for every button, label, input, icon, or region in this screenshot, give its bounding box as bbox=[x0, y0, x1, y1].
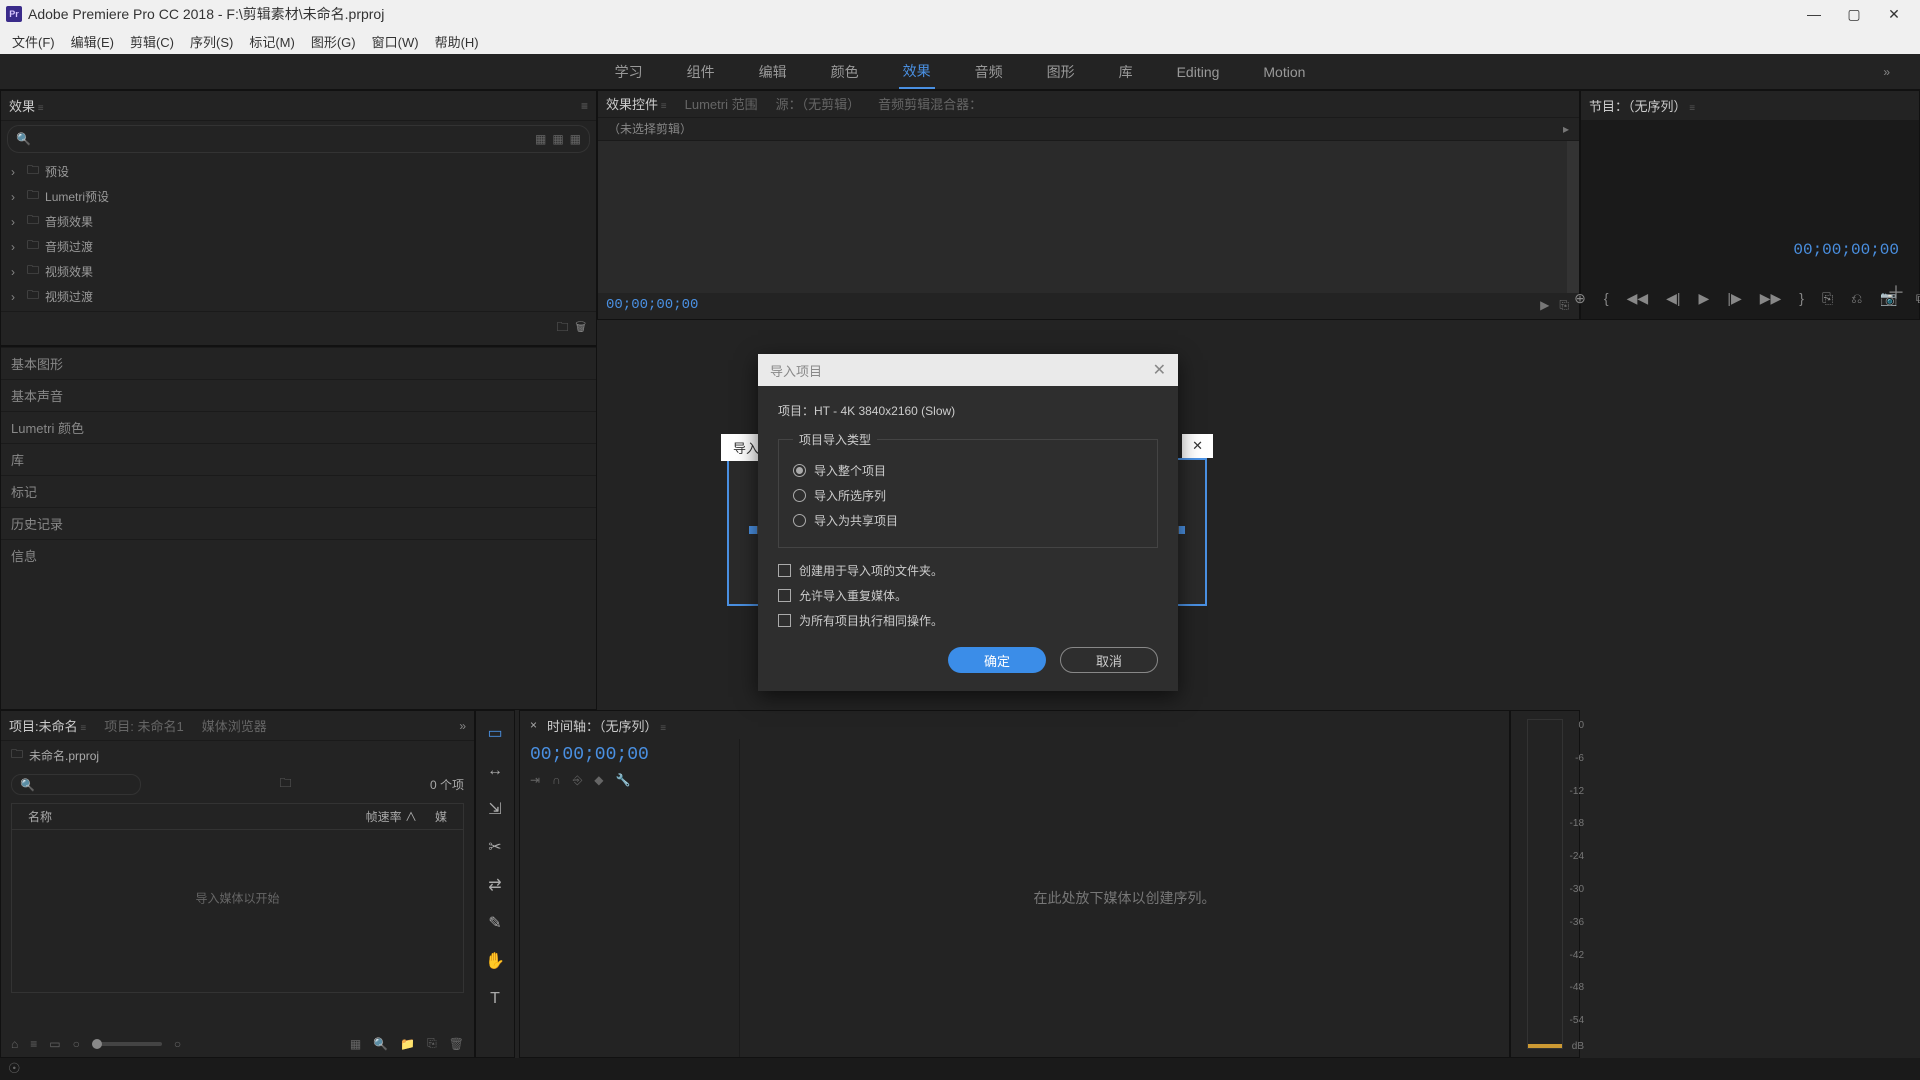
radio-label: 导入所选序列 bbox=[814, 487, 886, 504]
check-label: 为所有项目执行相同操作。 bbox=[799, 612, 943, 629]
checkbox-icon bbox=[778, 614, 791, 627]
radio-label: 导入整个项目 bbox=[814, 462, 886, 479]
dialog-project-line: 项目：HT - 4K 3840x2160 (Slow) bbox=[778, 402, 1158, 419]
check-apply-all[interactable]: 为所有项目执行相同操作。 bbox=[778, 608, 1158, 633]
dialog-close-icon[interactable]: ✕ bbox=[1153, 360, 1166, 380]
radio-icon bbox=[793, 514, 806, 527]
check-label: 创建用于导入项的文件夹。 bbox=[799, 562, 943, 579]
check-create-folder[interactable]: 创建用于导入项的文件夹。 bbox=[778, 558, 1158, 583]
radio-import-selected[interactable]: 导入所选序列 bbox=[793, 483, 1143, 508]
cancel-button[interactable]: 取消 bbox=[1060, 647, 1158, 673]
radio-icon bbox=[793, 489, 806, 502]
dialog-title-bar: 导入项目 ✕ bbox=[758, 354, 1178, 386]
radio-icon bbox=[793, 464, 806, 477]
import-project-dialog: 导入项目 ✕ 项目：HT - 4K 3840x2160 (Slow) 项目导入类… bbox=[758, 354, 1178, 691]
ok-button[interactable]: 确定 bbox=[948, 647, 1046, 673]
check-label: 允许导入重复媒体。 bbox=[799, 587, 907, 604]
modal-overlay: 导入项目 ✕ 项目：HT - 4K 3840x2160 (Slow) 项目导入类… bbox=[0, 0, 1920, 1080]
dialog-title: 导入项目 bbox=[770, 361, 822, 380]
check-allow-duplicates[interactable]: 允许导入重复媒体。 bbox=[778, 583, 1158, 608]
fieldset-legend: 项目导入类型 bbox=[793, 431, 877, 448]
radio-import-shared[interactable]: 导入为共享项目 bbox=[793, 508, 1143, 533]
import-type-fieldset: 项目导入类型 导入整个项目 导入所选序列 导入为共享项目 bbox=[778, 431, 1158, 548]
radio-import-entire[interactable]: 导入整个项目 bbox=[793, 458, 1143, 483]
checkbox-icon bbox=[778, 589, 791, 602]
radio-label: 导入为共享项目 bbox=[814, 512, 898, 529]
checkbox-icon bbox=[778, 564, 791, 577]
